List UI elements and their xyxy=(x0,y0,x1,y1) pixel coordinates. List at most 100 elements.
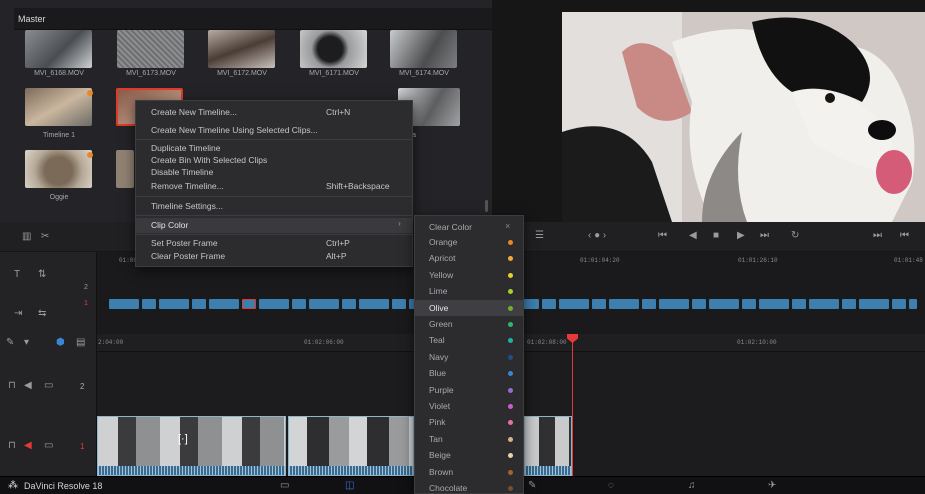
clip-thumbnail[interactable] xyxy=(390,30,457,68)
menu-item-color-apricot[interactable]: Apricot xyxy=(429,253,455,263)
menu-item-duplicate-timeline[interactable]: Duplicate Timeline xyxy=(151,143,220,153)
menu-item-color-yellow[interactable]: Yellow xyxy=(429,270,453,280)
menu-item-clear-poster-frame[interactable]: Clear Poster Frame xyxy=(151,251,225,261)
menu-item-color-teal[interactable]: Teal xyxy=(429,335,445,345)
mini-clip[interactable] xyxy=(292,299,306,309)
color-page-icon[interactable]: ◌ xyxy=(608,481,614,491)
mini-clip[interactable] xyxy=(242,299,256,309)
lock-icon[interactable]: ⊓ xyxy=(8,441,16,451)
menu-item-color-beige[interactable]: Beige xyxy=(429,450,451,460)
mini-clip[interactable] xyxy=(159,299,189,309)
timeline-thumbnail[interactable] xyxy=(25,88,92,126)
jump-start-icon[interactable]: ⏮ xyxy=(900,231,909,241)
mini-clip[interactable] xyxy=(342,299,356,309)
timeline-clip[interactable]: [·] xyxy=(97,416,286,476)
mini-clip[interactable] xyxy=(709,299,739,309)
lock-icon[interactable]: ⊓ xyxy=(8,381,16,391)
mini-clip[interactable] xyxy=(909,299,917,309)
clip-thumbnail[interactable] xyxy=(117,30,184,68)
timeline-options-icon[interactable]: ☰ xyxy=(535,231,544,241)
speaker-icon[interactable]: ◀︎ xyxy=(24,381,32,391)
playhead[interactable] xyxy=(572,334,573,476)
menu-item-clear-color[interactable]: Clear Color xyxy=(429,222,472,232)
fusion-page-icon[interactable]: ✎ xyxy=(528,481,536,491)
menu-item-color-purple[interactable]: Purple xyxy=(429,385,454,395)
waveform-icon[interactable]: ▥ xyxy=(22,232,31,242)
menu-item-remove-timeline[interactable]: Remove Timeline... xyxy=(151,181,224,191)
mini-clip[interactable] xyxy=(609,299,639,309)
menu-item-clip-color[interactable]: Clip Color xyxy=(151,220,188,230)
mini-clip[interactable] xyxy=(209,299,239,309)
menu-item-color-navy[interactable]: Navy xyxy=(429,352,448,362)
insert-icon[interactable]: ⇥ xyxy=(14,309,22,319)
menu-item-color-tan[interactable]: Tan xyxy=(429,434,443,444)
media-page-icon[interactable]: ▭ xyxy=(280,481,289,491)
ripple-icon[interactable]: ⇅ xyxy=(38,270,46,280)
timeline-clip[interactable] xyxy=(288,416,414,476)
prev-clip-icon[interactable]: ⏮ xyxy=(658,231,667,241)
mini-clip[interactable] xyxy=(809,299,839,309)
fairlight-page-icon[interactable]: ♫ xyxy=(688,481,696,491)
menu-item-color-violet[interactable]: Violet xyxy=(429,401,450,411)
overwrite-icon[interactable]: ⇆ xyxy=(38,309,46,319)
monitor-icon[interactable]: ▭ xyxy=(44,381,53,391)
menu-item-disable-timeline[interactable]: Disable Timeline xyxy=(151,167,213,177)
flag-icon[interactable]: ⬢ xyxy=(56,338,65,348)
clip-thumbnail[interactable] xyxy=(208,30,275,68)
menu-item-create-timeline-selected[interactable]: Create New Timeline Using Selected Clips… xyxy=(151,125,318,135)
mini-clip[interactable] xyxy=(192,299,206,309)
menu-item-color-orange[interactable]: Orange xyxy=(429,237,457,247)
menu-item-create-new-timeline[interactable]: Create New Timeline... xyxy=(151,107,237,117)
view-options-icon[interactable]: ▤ xyxy=(76,338,85,348)
menu-item-color-chocolate[interactable]: Chocolate xyxy=(429,483,467,493)
scissors-icon[interactable]: ✂ xyxy=(41,232,49,242)
mini-clip[interactable] xyxy=(692,299,706,309)
next-clip-icon[interactable]: ⏭ xyxy=(760,231,769,241)
menu-item-color-pink[interactable]: Pink xyxy=(429,417,446,427)
mini-clip[interactable] xyxy=(142,299,156,309)
mini-clip[interactable] xyxy=(359,299,389,309)
clip-thumbnail[interactable] xyxy=(25,150,92,188)
mini-clip[interactable] xyxy=(559,299,589,309)
mini-clip[interactable] xyxy=(892,299,906,309)
deliver-page-icon[interactable]: ✈ xyxy=(768,481,776,491)
play-icon[interactable]: ▶ xyxy=(737,231,745,241)
loop-icon[interactable]: ↻ xyxy=(791,231,799,241)
menu-item-timeline-settings[interactable]: Timeline Settings... xyxy=(151,201,223,211)
play-reverse-icon[interactable]: ◀ xyxy=(689,231,697,241)
clip-thumbnail[interactable] xyxy=(300,30,367,68)
menu-item-color-blue[interactable]: Blue xyxy=(429,368,446,378)
mini-clip[interactable] xyxy=(842,299,856,309)
speaker-muted-icon[interactable]: ◀︎ xyxy=(24,441,32,451)
pool-scrollbar[interactable] xyxy=(485,200,488,212)
menu-item-color-brown[interactable]: Brown xyxy=(429,467,453,477)
menu-item-set-poster-frame[interactable]: Set Poster Frame xyxy=(151,238,218,248)
menu-item-color-olive[interactable]: Olive xyxy=(429,303,448,313)
stop-icon[interactable]: ■ xyxy=(713,231,719,241)
clip-thumbnail[interactable] xyxy=(116,150,134,188)
menu-item-create-bin[interactable]: Create Bin With Selected Clips xyxy=(151,155,267,165)
mini-clip[interactable] xyxy=(792,299,806,309)
prev-next-marker-icon[interactable]: ‹ ● › xyxy=(588,231,606,241)
mini-clip[interactable] xyxy=(392,299,406,309)
blade-edit-icon[interactable]: ✎ xyxy=(6,338,14,348)
marker-icon[interactable]: ▾ xyxy=(24,338,29,348)
menu-item-color-lime[interactable]: Lime xyxy=(429,286,447,296)
mini-clip[interactable] xyxy=(742,299,756,309)
menu-item-color-green[interactable]: Green xyxy=(429,319,453,329)
cut-page-icon[interactable]: ◫ xyxy=(345,481,354,491)
monitor-icon[interactable]: ▭ xyxy=(44,441,53,451)
mini-clip[interactable] xyxy=(592,299,606,309)
mini-clip[interactable] xyxy=(542,299,556,309)
mini-clip[interactable] xyxy=(859,299,889,309)
jump-end-icon[interactable]: ⏭ xyxy=(873,231,882,241)
blade-icon[interactable]: T xyxy=(14,270,20,280)
mini-clip[interactable] xyxy=(759,299,789,309)
mini-clip[interactable] xyxy=(642,299,656,309)
mini-clip[interactable] xyxy=(659,299,689,309)
mini-clip[interactable] xyxy=(259,299,289,309)
clip-thumbnail[interactable] xyxy=(25,30,92,68)
mini-clip[interactable] xyxy=(109,299,139,309)
mini-clip[interactable] xyxy=(309,299,339,309)
timeline-clip[interactable] xyxy=(524,416,572,476)
